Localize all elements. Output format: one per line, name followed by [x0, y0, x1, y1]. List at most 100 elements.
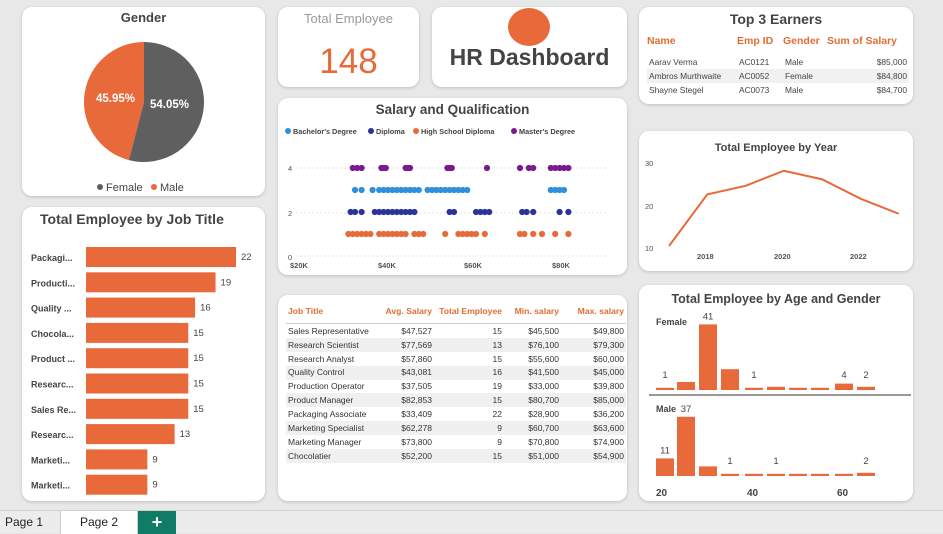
- scatter-point[interactable]: [530, 164, 537, 172]
- table-row[interactable]: Product Manager $82,853 15 $80,700 $85,000: [286, 393, 626, 408]
- jt-head-avg[interactable]: Avg. Salary: [378, 303, 434, 324]
- age-bar[interactable]: [789, 473, 807, 476]
- table-row[interactable]: Marketing Specialist $62,278 9 $60,700 $63,6…: [286, 421, 626, 436]
- total-employee-card[interactable]: Total Employee 148: [278, 7, 419, 87]
- table-row[interactable]: Quality Control $43,081 16 $41,500 $45,000: [286, 365, 626, 380]
- table-row[interactable]: Aarav Verma AC0121 Male $85,000: [647, 55, 909, 69]
- job-bar[interactable]: [86, 297, 196, 318]
- add-page-button[interactable]: +: [138, 511, 176, 534]
- job-bar[interactable]: [86, 398, 189, 419]
- scatter-point[interactable]: [450, 208, 458, 216]
- age-gender-card[interactable]: Total Employee by Age and Gender Female …: [639, 285, 913, 501]
- tab-page-1[interactable]: Page 1: [0, 511, 48, 534]
- scatter-point[interactable]: [565, 230, 572, 238]
- scatter-point[interactable]: [411, 208, 418, 216]
- scatter-point[interactable]: [442, 230, 449, 238]
- scatter-point[interactable]: [481, 230, 488, 238]
- scatter-point[interactable]: [560, 186, 568, 194]
- job-bar[interactable]: [86, 348, 189, 369]
- job-bar[interactable]: [86, 247, 236, 267]
- age-bar[interactable]: [811, 473, 829, 476]
- scatter-point[interactable]: [369, 186, 376, 194]
- top-earners-card[interactable]: Top 3 Earners Name Emp ID Gender Sum of …: [639, 7, 913, 104]
- table-row[interactable]: Ambros Murthwaite AC0052 Female $84,800: [647, 69, 909, 83]
- table-row[interactable]: Research Analyst $57,860 15 $55,600 $60,000: [286, 352, 626, 366]
- employee-by-year-chart[interactable]: 30 20 10 2018 2020 2022: [639, 131, 913, 271]
- scatter-point[interactable]: [351, 186, 359, 194]
- scatter-point[interactable]: [538, 230, 546, 238]
- age-bar[interactable]: [835, 383, 853, 390]
- scatter-point[interactable]: [523, 208, 530, 216]
- scatter-point[interactable]: [483, 164, 491, 172]
- table-row[interactable]: Production Operator $37,505 19 $33,000 $39,8…: [286, 380, 626, 394]
- scatter-point[interactable]: [415, 186, 422, 194]
- scatter-point[interactable]: [367, 230, 374, 238]
- scatter-point[interactable]: [358, 208, 365, 216]
- scatter-point[interactable]: [530, 230, 537, 238]
- age-gender-chart[interactable]: Female Male 1411 4 211371 1 2 20 40 60: [639, 285, 913, 501]
- scatter-point[interactable]: [448, 164, 455, 172]
- age-bar[interactable]: [745, 387, 763, 390]
- age-bar[interactable]: [721, 473, 739, 476]
- age-bar[interactable]: [699, 466, 717, 476]
- job-bar[interactable]: [86, 449, 148, 470]
- table-row[interactable]: Packaging Associate $33,409 22 $28,900 $36,2…: [286, 407, 626, 421]
- table-row[interactable]: Marketing Manager $73,800 9 $70,800 $74,900: [286, 435, 626, 449]
- jt-head-max[interactable]: Max. salary: [561, 303, 626, 324]
- jt-head-title[interactable]: Job Title: [286, 303, 378, 324]
- age-bar[interactable]: [767, 386, 785, 390]
- age-bar[interactable]: [699, 324, 717, 390]
- salary-qualification-card[interactable]: Salary and Qualification Bachelor's Degr…: [278, 98, 627, 275]
- scatter-point[interactable]: [358, 186, 365, 194]
- job-bar[interactable]: [86, 373, 189, 394]
- scatter-point[interactable]: [406, 164, 414, 172]
- scatter-point[interactable]: [382, 164, 389, 172]
- job-bar[interactable]: [86, 474, 148, 495]
- job-table-card[interactable]: Job Title Avg. Salary Total Employee Min…: [278, 295, 627, 501]
- age-bar[interactable]: [745, 473, 763, 476]
- job-title-bar-chart[interactable]: Packagi... 22 Producti... 19 Quality ... 16 Ch…: [22, 207, 265, 501]
- scatter-point[interactable]: [420, 230, 427, 238]
- table-row[interactable]: Shayne Stegel AC0073 Male $84,700: [647, 83, 909, 97]
- scatter-point[interactable]: [516, 164, 524, 172]
- table-row[interactable]: Research Scientist $77,569 13 $76,100 $79,30…: [286, 337, 626, 352]
- age-bar[interactable]: [677, 382, 695, 390]
- scatter-point[interactable]: [552, 230, 559, 238]
- gender-card[interactable]: Gender 45.95% 54.05% Female Male: [22, 7, 265, 196]
- scatter-point[interactable]: [521, 230, 528, 238]
- page-tab-bar: Page 1 Page 2 +: [0, 510, 943, 534]
- scatter-point[interactable]: [464, 186, 471, 194]
- table-row[interactable]: Chocolatier $52,200 15 $51,000 $54,900: [286, 449, 626, 463]
- age-bar[interactable]: [767, 473, 785, 476]
- age-bar[interactable]: [656, 387, 674, 390]
- age-bar[interactable]: [811, 387, 829, 390]
- age-bar[interactable]: [857, 472, 875, 476]
- scatter-point[interactable]: [530, 208, 537, 216]
- table-row[interactable]: Sales Representative $47,527 15 $45,500 $49,…: [286, 324, 626, 338]
- scatter-point[interactable]: [351, 208, 359, 216]
- jt-head-total[interactable]: Total Employee: [434, 303, 504, 324]
- age-bar[interactable]: [677, 416, 695, 476]
- year-series-line[interactable]: [668, 169, 900, 247]
- scatter-point[interactable]: [358, 164, 365, 172]
- age-bar[interactable]: [656, 458, 674, 476]
- employee-by-year-card[interactable]: Total Employee by Year 30 20 10 2018 202…: [639, 131, 913, 271]
- scatter-point[interactable]: [565, 164, 572, 172]
- job-title-bar-card[interactable]: Total Employee by Job Title Packagi... 22…: [22, 207, 265, 501]
- job-bar[interactable]: [86, 424, 175, 445]
- scatter-point[interactable]: [472, 230, 480, 238]
- job-bar[interactable]: [86, 272, 216, 293]
- scatter-point[interactable]: [565, 208, 572, 216]
- scatter-point[interactable]: [402, 230, 409, 238]
- gender-pie[interactable]: 45.95% 54.05% Female Male: [22, 7, 265, 196]
- age-bar[interactable]: [721, 369, 739, 390]
- age-bar[interactable]: [857, 386, 875, 390]
- salary-qualification-chart[interactable]: Bachelor's Degree Diploma High School Di…: [278, 98, 627, 275]
- tab-page-2[interactable]: Page 2: [60, 511, 138, 534]
- age-bar[interactable]: [789, 387, 807, 390]
- scatter-point[interactable]: [556, 208, 563, 216]
- scatter-point[interactable]: [486, 208, 493, 216]
- jt-head-min[interactable]: Min. salary: [504, 303, 561, 324]
- age-bar[interactable]: [835, 473, 853, 476]
- job-bar[interactable]: [86, 322, 189, 343]
